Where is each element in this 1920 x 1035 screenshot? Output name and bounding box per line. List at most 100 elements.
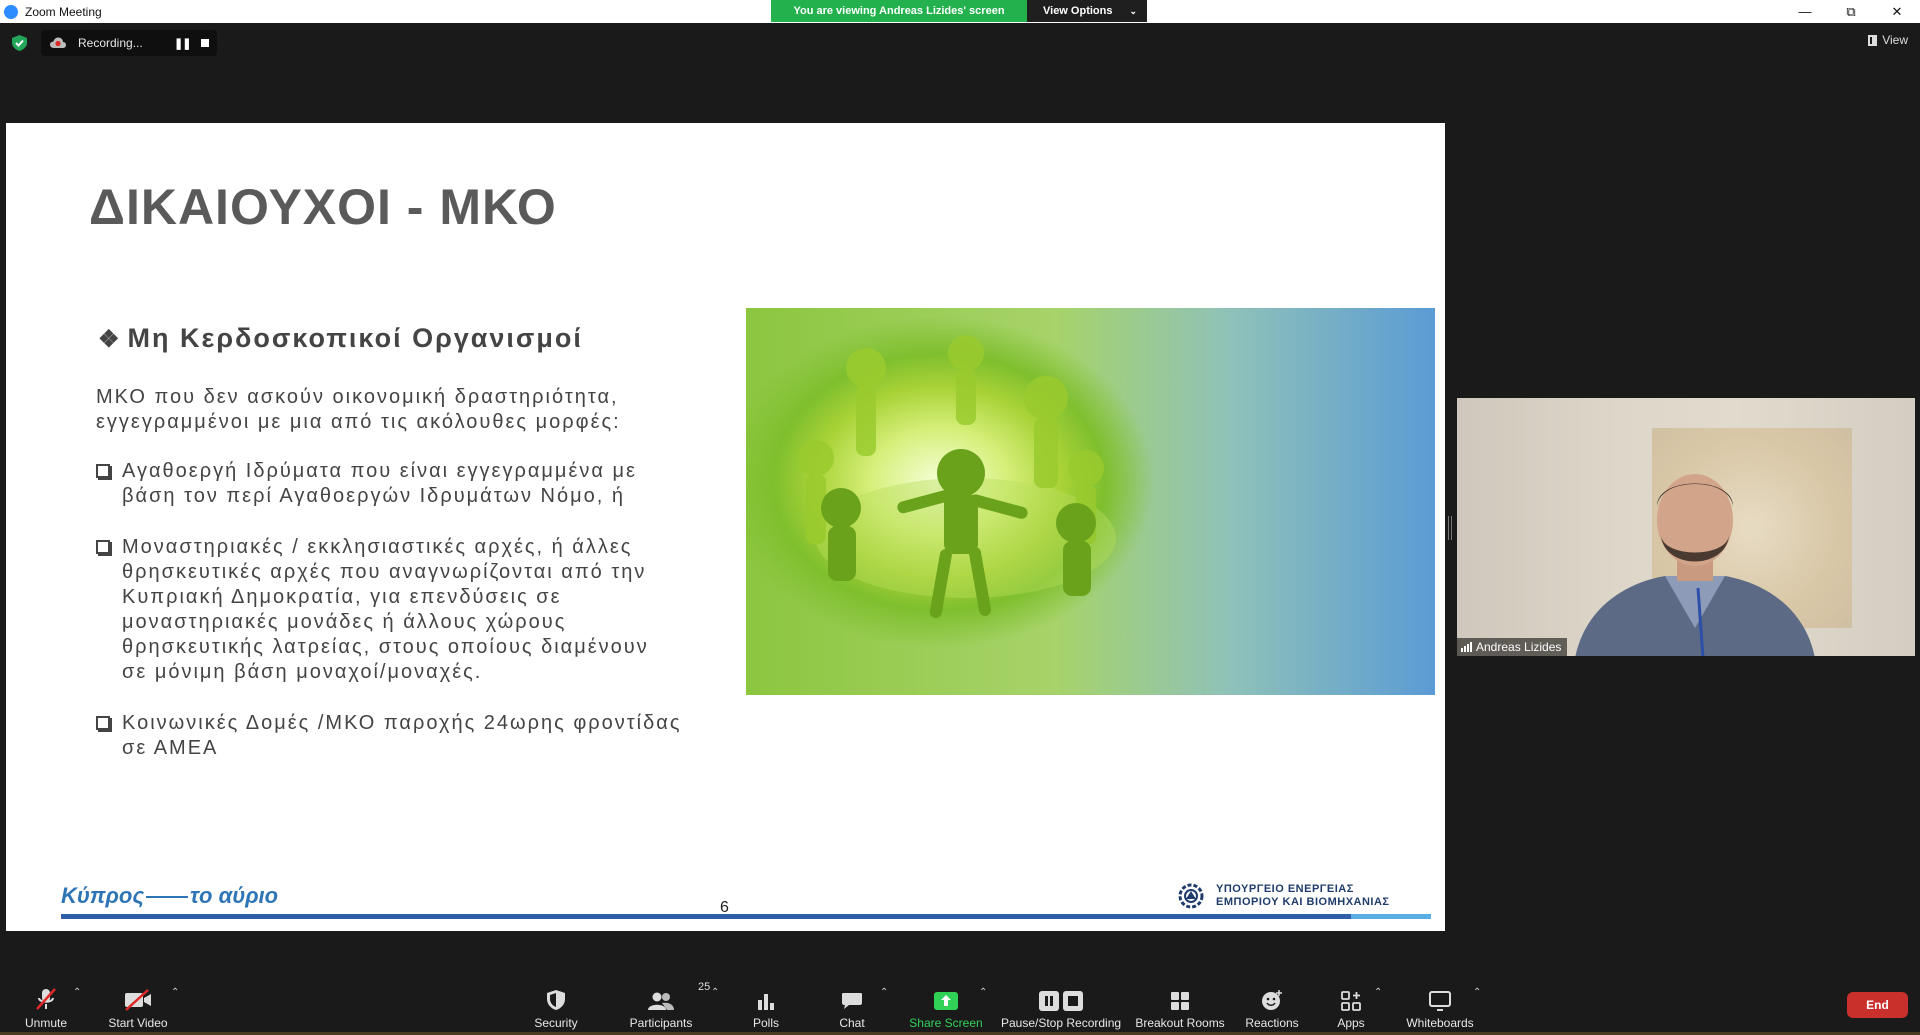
start-video-button[interactable]: Start Video [104,975,172,1035]
pause-recording-icon[interactable]: ❚❚ [174,37,191,50]
window-controls: — ⧉ ✕ [1782,0,1920,23]
slide-intro: ΜΚΟ που δεν ασκούν οικονομική δραστηριότ… [96,385,746,435]
participants-label: Participants [629,1016,693,1030]
cloud-recording-icon [50,37,66,48]
slide-bullet-item: Αγαθοεργή Ιδρύματα που είναι εγγεγραμμέν… [96,459,736,509]
ministry-line: ΕΜΠΟΡΙΟΥ ΚΑΙ ΒΙΟΜΗΧΑΝΙΑΣ [1216,896,1390,908]
start-video-label: Start Video [108,1016,168,1030]
security-button[interactable]: Security [530,975,582,1035]
recording-label: Recording... [78,36,143,50]
paper-people-illustration [798,335,1116,619]
reactions-label: Reactions [1245,1016,1299,1030]
logo-line [146,896,189,899]
zoom-window: Zoom Meeting — ⧉ ✕ You are viewing Andre… [0,0,1920,1035]
splitter-handle[interactable] [1448,516,1452,540]
share-screen-button[interactable]: Share Screen [906,975,986,1035]
slide-intro-line: ΜΚΟ που δεν ασκούν οικονομική δραστηριότ… [96,386,619,408]
shared-screen-slide: ΔΙΚΑΙΟΥΧΟΙ - ΜΚΟ ❖ Μη Κερδοσκοπικοί Οργαν… [6,123,1445,931]
ministry-line: ΥΠΟΥΡΓΕΙΟ ΕΝΕΡΓΕΙΑΣ [1216,883,1354,895]
bullet-line: βάση τον περί Αγαθοεργών Ιδρυμάτων Νόμο,… [122,485,625,507]
share-screen-arrow-icon [934,992,958,1010]
bullet-line: Μοναστηριακές / εκκλησιαστικές αρχές, ή … [122,536,633,558]
zoom-app-icon [4,4,18,19]
apps-button[interactable]: Apps [1331,975,1371,1035]
whiteboards-button[interactable]: Whiteboards [1404,975,1476,1035]
bullet-line: Κοινωνικές Δομές /ΜΚΟ παροχής 24ωρης φρο… [122,712,682,734]
encryption-shield-icon[interactable] [12,35,27,51]
apps-chevron-icon[interactable]: ⌃ [1374,987,1382,998]
bullet-line: μοναστηριακές μονάδες ή άλλους χώρους [122,611,567,633]
chevron-down-icon: ⌄ [1129,6,1137,16]
share-screen-chevron-icon[interactable]: ⌃ [979,987,987,998]
window-title: Zoom Meeting [25,4,102,19]
share-banner: You are viewing Andreas Lizides' screen … [771,0,1147,22]
apps-label: Apps [1337,1016,1365,1030]
viewing-screen-label: You are viewing Andreas Lizides' screen [771,0,1027,22]
chat-button[interactable]: Chat [830,975,874,1035]
security-label: Security [534,1016,578,1030]
reactions-button[interactable]: Reactions [1244,975,1300,1035]
audio-options-chevron-icon[interactable]: ⌃ [73,987,81,998]
video-off-icon [125,989,151,1011]
polls-button[interactable]: Polls [745,975,787,1035]
participants-chevron-icon[interactable]: ⌃ [711,987,719,998]
video-options-chevron-icon[interactable]: ⌃ [171,987,179,998]
pause-stop-recording-button[interactable]: Pause/Stop Recording [1001,975,1121,1035]
participant-name: Andreas Lizides [1476,640,1562,654]
slide-subtitle-text: Μη Κερδοσκοπικοί Οργανισμοί [127,323,583,353]
bullet-line: θρησκευτικής λατρείας, στους οποίους δια… [122,636,649,658]
participant-video-image [1575,474,1815,656]
bullet-line: Κυπριακή Δημοκρατία, για επενδύσεις σε [122,586,562,608]
chat-label: Chat [839,1016,865,1030]
apps-icon [1341,991,1361,1011]
checkbox-bullet-icon [96,540,110,554]
connection-signal-icon [1461,642,1472,652]
view-options-button[interactable]: View Options ⌄ [1027,0,1147,22]
breakout-rooms-grid-icon [1171,992,1189,1010]
whiteboards-chevron-icon[interactable]: ⌃ [1473,987,1481,998]
restore-icon[interactable]: ⧉ [1828,0,1874,23]
polls-bar-chart-icon [758,994,774,1010]
share-screen-label: Share Screen [909,1016,983,1030]
participant-video-tile[interactable]: Andreas Lizides [1457,398,1915,656]
whiteboards-label: Whiteboards [1406,1016,1474,1030]
security-shield-icon [547,990,565,1010]
participants-button[interactable]: 25 Participants [628,975,711,1035]
unmute-label: Unmute [24,1016,68,1030]
kypros-to-avrio-logo: Κύπρος το αύριο [61,883,278,909]
whiteboard-icon [1429,991,1451,1011]
view-options-label: View Options [1043,5,1113,17]
slide-bullet-list: Αγαθοεργή Ιδρύματα που είναι εγγεγραμμέν… [96,459,736,787]
breakout-rooms-button[interactable]: Breakout Rooms [1134,975,1226,1035]
stop-recording-icon[interactable] [201,39,209,47]
end-meeting-button[interactable]: End [1847,992,1908,1018]
participants-count: 25 [698,981,711,993]
close-icon[interactable]: ✕ [1874,0,1920,23]
participant-name-tag: Andreas Lizides [1457,638,1568,656]
chat-chevron-icon[interactable]: ⌃ [880,987,888,998]
bullet-line: θρησκευτικές αρχές που αναγνωρίζονται απ… [122,561,647,583]
recording-indicator: Recording... ❚❚ [41,30,217,56]
slide-title: ΔΙΚΑΙΟΥΧΟΙ - ΜΚΟ [89,179,557,235]
breakout-rooms-label: Breakout Rooms [1135,1016,1225,1030]
ministry-logo: ΥΠΟΥΡΓΕΙΟ ΕΝΕΡΓΕΙΑΣ ΕΜΠΟΡΙΟΥ ΚΑΙ ΒΙΟΜΗΧΑ… [1174,879,1390,913]
ministry-gear-icon [1178,883,1204,909]
view-button[interactable]: View [1868,33,1908,47]
view-button-label: View [1882,33,1908,47]
minimize-icon[interactable]: — [1782,0,1828,23]
meeting-toolbar: Unmute ⌃ Start Video ⌃ Security 25 Parti… [0,975,1920,1035]
slide-footer-bar [61,914,1351,919]
bullet-line: σε ΑΜΕΑ [122,737,219,759]
muted-microphone-icon [36,988,56,1010]
logo-text-right: το αύριο [190,883,279,908]
slide-subtitle: ❖ Μη Κερδοσκοπικοί Οργανισμοί [98,323,583,354]
diamond-bullet-icon: ❖ [98,326,122,353]
slide-intro-line: εγγεγραμμένοι με μια από τις ακόλουθες μ… [96,411,621,433]
bullet-line: Αγαθοεργή Ιδρύματα που είναι εγγεγραμμέν… [122,460,637,482]
checkbox-bullet-icon [96,716,110,730]
pause-stop-recording-icon [1039,991,1083,1011]
checkbox-bullet-icon [96,464,110,478]
unmute-button[interactable]: Unmute [22,975,70,1035]
slide-footer-bar-accent [1351,914,1431,919]
pause-stop-recording-label: Pause/Stop Recording [1000,1016,1122,1030]
